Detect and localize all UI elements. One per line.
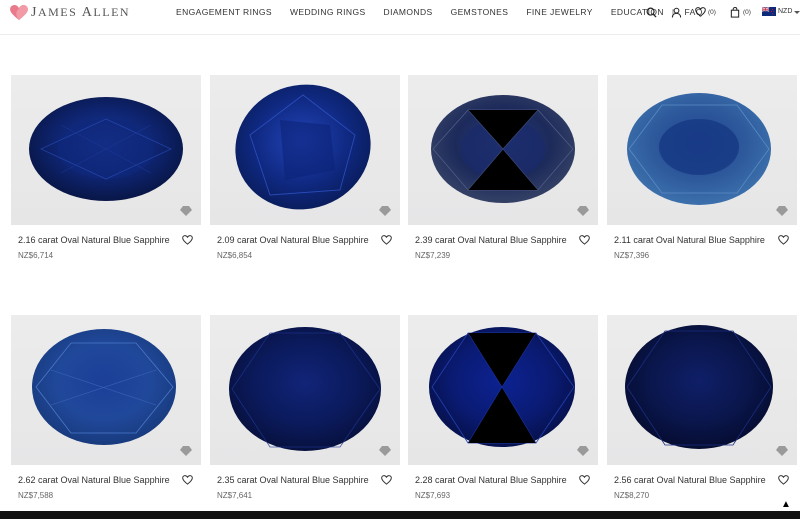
product-price: NZ$7,239 xyxy=(415,251,451,260)
wishlist-heart-icon[interactable] xyxy=(182,475,193,485)
nav-wedding-rings[interactable]: WEDDING RINGS xyxy=(290,7,366,17)
nav-engagement-rings[interactable]: ENGAGEMENT RINGS xyxy=(176,7,272,17)
brand-name: JAMES ALLEN xyxy=(31,5,131,20)
currency-selector[interactable]: NZD xyxy=(778,8,792,15)
product-price: NZ$7,396 xyxy=(614,251,650,260)
sapphire-image xyxy=(32,329,176,445)
main-nav: ENGAGEMENT RINGS WEDDING RINGS DIAMONDS … xyxy=(176,7,703,17)
header-icons: (0) (0) xyxy=(644,5,751,19)
diamond-icon xyxy=(776,206,788,216)
new-zealand-flag-icon[interactable] xyxy=(762,7,776,16)
wishlist-heart-icon[interactable] xyxy=(778,235,789,245)
sapphire-image xyxy=(431,95,575,203)
product-price: NZ$6,714 xyxy=(18,251,54,260)
wishlist-count: (0) xyxy=(708,8,716,16)
site-header: JAMES ALLEN ENGAGEMENT RINGS WEDDING RIN… xyxy=(0,0,800,30)
diamond-icon xyxy=(379,446,391,456)
bottom-bar xyxy=(0,511,800,519)
diamond-icon xyxy=(180,206,192,216)
wishlist-heart-icon[interactable] xyxy=(579,475,590,485)
product-image[interactable] xyxy=(408,75,598,225)
header-divider xyxy=(0,34,800,35)
arrow-up-icon: ▲ xyxy=(781,499,791,510)
product-price: NZ$8,270 xyxy=(614,491,650,500)
product-title[interactable]: 2.28 carat Oval Natural Blue Sapphire xyxy=(415,475,567,485)
sapphire-image xyxy=(235,84,371,210)
back-to-top-button[interactable]: ▲ TOP xyxy=(778,494,794,518)
product-price: NZ$7,641 xyxy=(217,491,253,500)
product-title[interactable]: 2.39 carat Oval Natural Blue Sapphire xyxy=(415,235,567,245)
chevron-down-icon[interactable] xyxy=(794,11,800,14)
diamond-icon xyxy=(577,446,589,456)
diamond-icon xyxy=(577,206,589,216)
nav-fine-jewelry[interactable]: FINE JEWELRY xyxy=(526,7,593,17)
product-image[interactable] xyxy=(210,75,400,225)
diamond-icon xyxy=(379,206,391,216)
product-title[interactable]: 2.16 carat Oval Natural Blue Sapphire xyxy=(18,235,170,245)
product-price: NZ$6,854 xyxy=(217,251,253,260)
product-title[interactable]: 2.62 carat Oval Natural Blue Sapphire xyxy=(18,475,170,485)
product-image[interactable] xyxy=(408,315,598,465)
sapphire-image xyxy=(627,93,771,205)
wishlist-heart-icon[interactable] xyxy=(182,235,193,245)
bag-icon[interactable] xyxy=(728,5,742,19)
product-title[interactable]: 2.35 carat Oval Natural Blue Sapphire xyxy=(217,475,369,485)
product-title[interactable]: 2.09 carat Oval Natural Blue Sapphire xyxy=(217,235,369,245)
brand-logo[interactable]: JAMES ALLEN xyxy=(10,4,130,22)
wishlist-heart-icon[interactable] xyxy=(381,235,392,245)
product-image[interactable] xyxy=(210,315,400,465)
diamond-icon xyxy=(776,446,788,456)
product-title[interactable]: 2.11 carat Oval Natural Blue Sapphire xyxy=(614,235,765,245)
heart-logo-icon xyxy=(10,5,28,21)
sapphire-image xyxy=(29,97,183,201)
product-image[interactable] xyxy=(11,315,201,465)
sapphire-image xyxy=(229,327,381,451)
product-price: NZ$7,693 xyxy=(415,491,451,500)
product-image[interactable] xyxy=(607,75,797,225)
cart-count: (0) xyxy=(742,8,751,16)
wishlist-heart-icon[interactable] xyxy=(579,235,590,245)
sapphire-image xyxy=(625,325,773,449)
nav-diamonds[interactable]: DIAMONDS xyxy=(384,7,433,17)
nav-gemstones[interactable]: GEMSTONES xyxy=(451,7,509,17)
product-title[interactable]: 2.56 carat Oval Natural Blue Sapphire xyxy=(614,475,766,485)
wishlist-heart-icon[interactable] xyxy=(381,475,392,485)
product-price: NZ$7,588 xyxy=(18,491,54,500)
search-icon[interactable] xyxy=(644,5,658,19)
wishlist-heart-icon[interactable] xyxy=(693,5,707,19)
sapphire-image xyxy=(429,327,575,447)
product-image[interactable] xyxy=(11,75,201,225)
diamond-icon xyxy=(180,446,192,456)
wishlist-heart-icon[interactable] xyxy=(778,475,789,485)
product-image[interactable] xyxy=(607,315,797,465)
user-icon[interactable] xyxy=(669,5,683,19)
